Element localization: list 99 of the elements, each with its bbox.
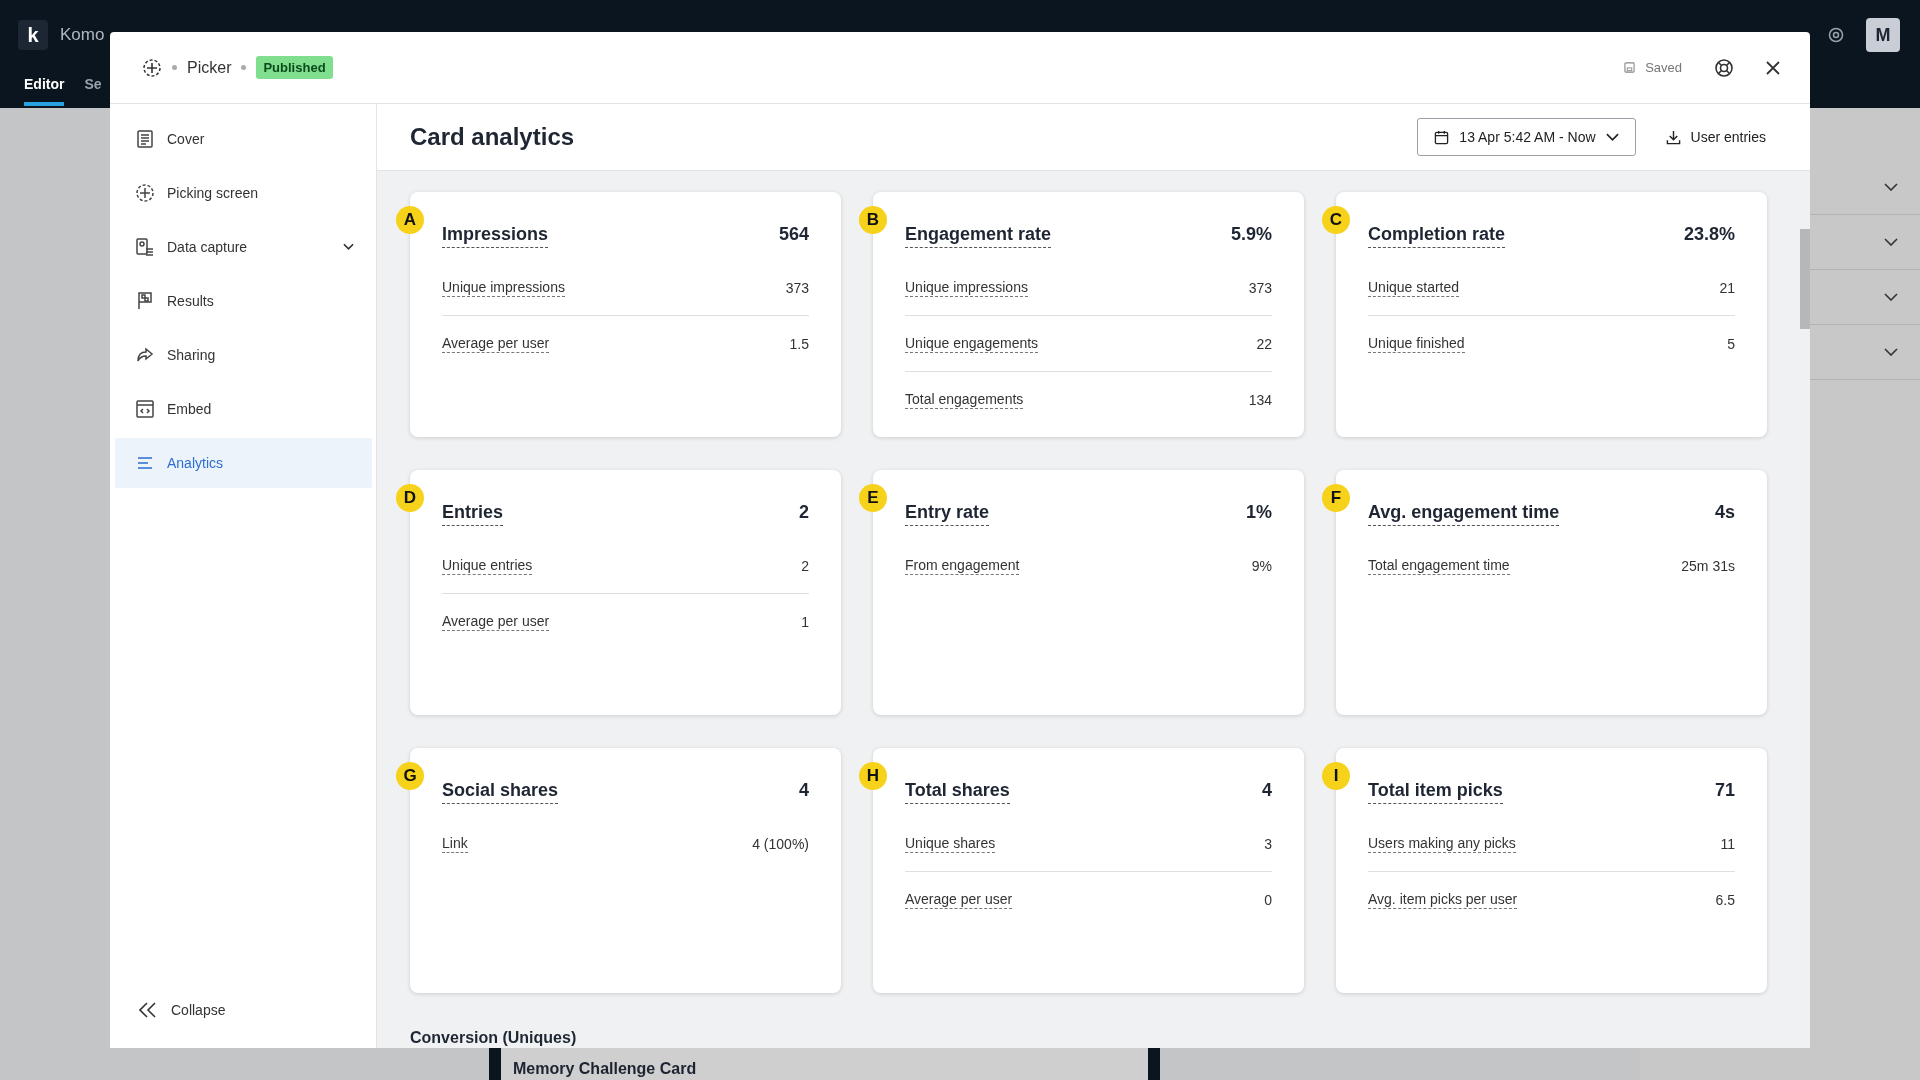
page-title: Card analytics [410,123,575,151]
export-button[interactable]: User entries [1661,125,1770,149]
metric-label: Total engagements [905,390,1024,409]
sidebar-item[interactable]: Results [115,276,372,326]
metric-value: 0 [1264,891,1272,908]
metric-value: 2 [799,502,809,523]
date-range-dropdown[interactable]: 13 Apr 5:42 AM - Now [1417,118,1636,156]
metric-value: 6.5 [1715,891,1735,908]
metric-label: Average per user [442,334,550,353]
chevron-down-icon [1884,293,1898,301]
letter-badge: C [1322,206,1350,234]
metric-label: Unique engagements [905,334,1039,353]
metric-value: 4s [1714,502,1735,523]
metric-title: Impressions [442,224,549,248]
flag-icon [135,291,155,311]
metric-value: 1 [801,613,809,630]
metric-value: 21 [1719,279,1735,296]
metric-title: Avg. engagement time [1368,502,1560,526]
sidebar-item[interactable]: Analytics [115,438,372,488]
metric-title: Engagement rate [905,224,1052,248]
calendar-icon [1434,129,1450,145]
metric-value: 373 [785,279,809,296]
collapse-button[interactable]: Collapse [115,1002,372,1018]
crosshair-icon [142,57,162,78]
embed-icon [135,399,155,419]
metric-label: Unique impressions [905,278,1028,297]
metric-label: Link [442,834,468,853]
help-icon[interactable] [1714,57,1734,78]
saved-status: Saved [1645,60,1682,75]
section-heading: Conversion (Uniques) [410,1029,578,1047]
chevron-down-icon [1884,238,1898,246]
metric-value: 3 [1264,835,1272,852]
sidebar-item[interactable]: Picking screen [115,168,372,218]
editor-tab[interactable]: Editor [24,70,65,106]
double-chevron-left-icon [139,1002,157,1018]
logo: k [18,20,48,50]
letter-badge: H [859,762,887,790]
metric-value: 1% [1246,502,1272,523]
metric-value: 134 [1248,391,1272,408]
sidebar-item[interactable]: Data capture [115,222,372,272]
status-badge: Published [256,56,333,79]
project-title: Komo [60,25,105,45]
letter-badge: G [396,762,424,790]
save-icon [1624,62,1636,73]
download-icon [1665,129,1681,145]
metric-value: 71 [1714,780,1735,801]
editor-tab[interactable]: Se [84,70,102,106]
metric-value: 2 [801,557,809,574]
chevron-down-icon [1605,133,1619,141]
metric-value: 22 [1256,335,1272,352]
letter-badge: A [396,206,424,234]
metric-title: Completion rate [1368,224,1505,248]
letter-badge: E [859,484,887,512]
metric-title: Entry rate [905,502,990,526]
chevron-down-icon [1884,348,1898,356]
letter-badge: D [396,484,424,512]
sidebar-item[interactable]: Sharing [115,330,372,380]
letter-badge: B [859,206,887,234]
metric-label: Average per user [442,612,550,631]
metric-value: 4 [799,780,809,801]
close-icon[interactable] [1766,60,1780,75]
letter-badge: F [1322,484,1350,512]
metric-value: 25m 31s [1681,557,1735,574]
form-icon [135,237,155,257]
metric-label: Average per user [905,890,1013,909]
letter-badge: I [1322,762,1350,790]
metric-value: 5.9% [1230,224,1272,245]
metric-label: Unique impressions [442,278,565,297]
card-preview-title: Memory Challenge Card [513,1060,697,1077]
metric-label: Users making any picks [1368,834,1516,853]
metric-value: 4 (100%) [752,835,809,852]
metric-title: Total item picks [1368,780,1503,804]
metric-value: 4 [1262,780,1272,801]
sidebar-item[interactable]: Embed [115,384,372,434]
sidebar-item[interactable]: Cover [115,114,372,164]
chevron-down-icon [1884,183,1898,191]
metric-value: 5 [1727,335,1735,352]
metric-title: Total shares [905,780,1010,804]
metric-title: Social shares [442,780,559,804]
scrollbar-thumb[interactable] [1800,229,1810,329]
breadcrumb[interactable]: Picker [187,58,232,77]
page-icon [135,129,155,149]
user-avatar[interactable]: M [1866,18,1900,52]
metric-value: 1.5 [789,335,809,352]
metric-value: 9% [1251,557,1272,574]
metric-label: Unique started [1368,278,1460,297]
metric-title: Entries [442,502,504,526]
metric-label: Unique finished [1368,334,1465,353]
metric-value: 373 [1248,279,1272,296]
crosshair-icon [135,183,155,203]
metric-value: 11 [1720,835,1735,852]
help-icon[interactable] [1828,27,1844,43]
metric-label: Unique entries [442,556,533,575]
metric-label: Total engagement time [1368,556,1510,575]
metric-value: 23.8% [1683,224,1735,245]
metric-value: 564 [778,224,809,245]
metric-label: From engagement [905,556,1020,575]
metric-label: Avg. item picks per user [1368,890,1518,909]
metric-label: Unique shares [905,834,996,853]
